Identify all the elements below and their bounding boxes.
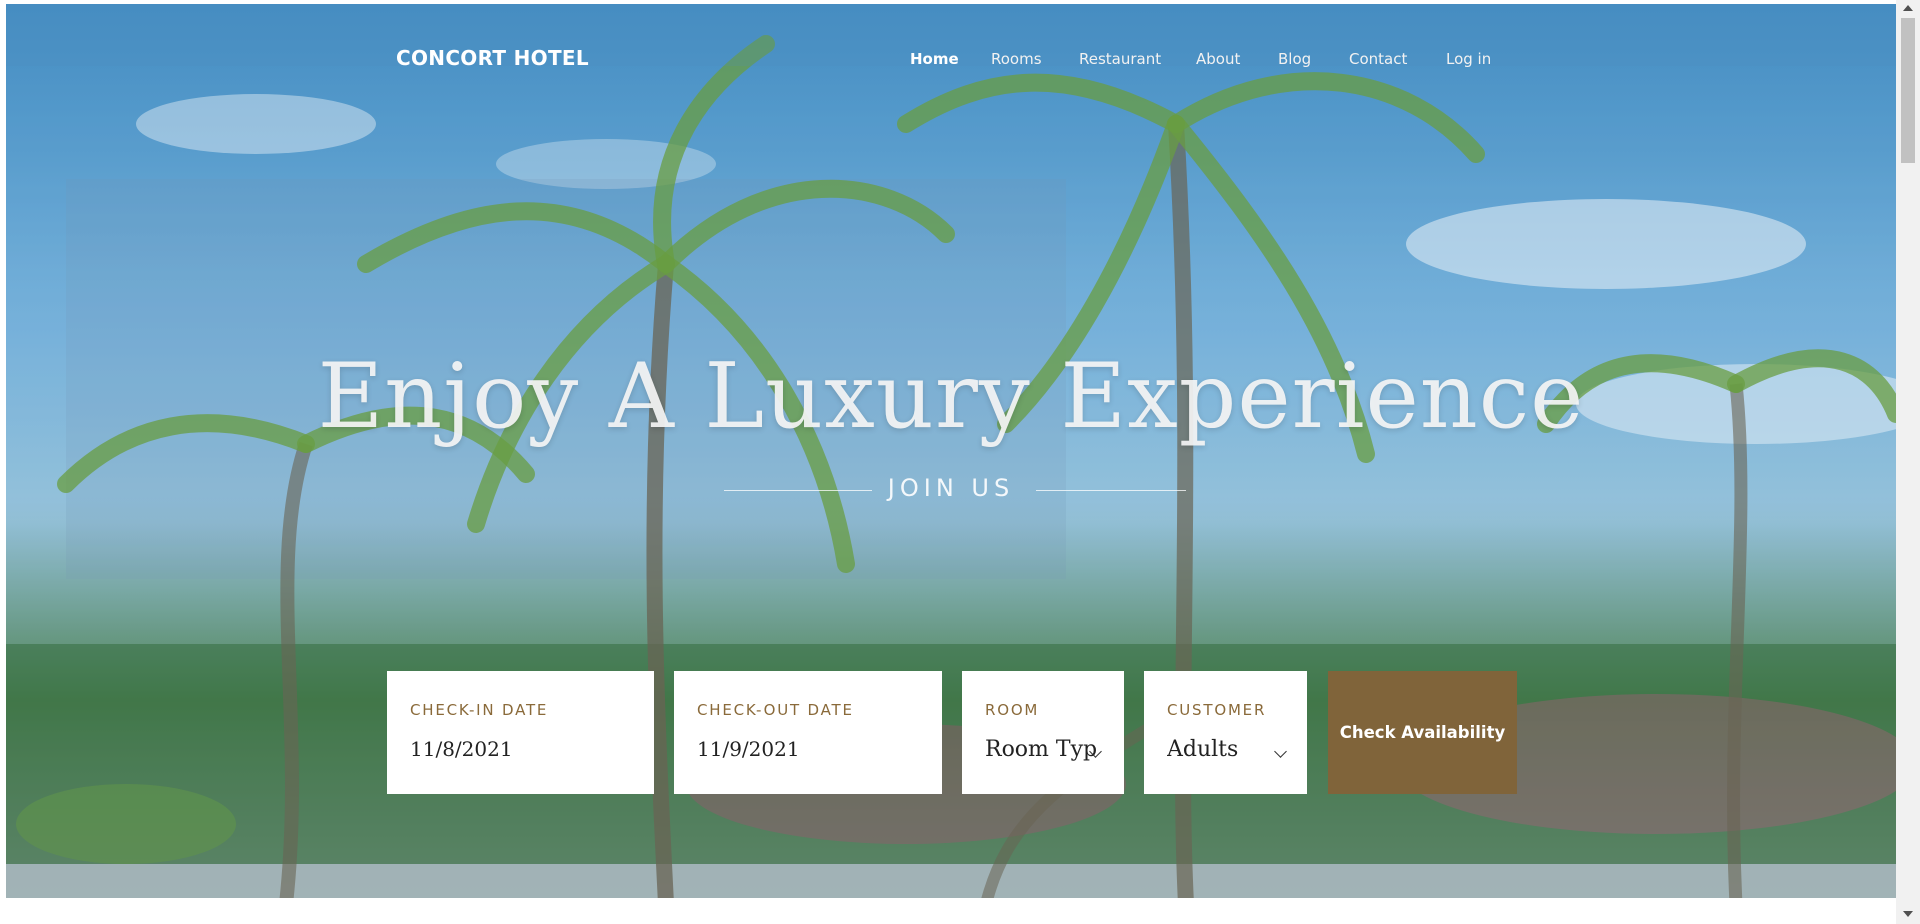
scroll-up-arrow-icon[interactable]	[1903, 5, 1913, 11]
main-nav: Home Rooms Restaurant About Blog Contact…	[6, 50, 1896, 70]
scroll-down-arrow-icon[interactable]	[1903, 911, 1913, 917]
vertical-scrollbar[interactable]	[1896, 0, 1920, 924]
customer-label: CUSTOMER	[1167, 701, 1267, 719]
nav-item-blog[interactable]: Blog	[1278, 50, 1311, 68]
scrollbar-thumb[interactable]	[1901, 18, 1915, 163]
subline-right-rule	[1036, 490, 1186, 491]
checkin-date-label: CHECK-IN DATE	[410, 701, 549, 719]
checkout-date-label: CHECK-OUT DATE	[697, 701, 854, 719]
booking-form: CHECK-IN DATE 11/8/2021 CHECK-OUT DATE 1…	[0, 671, 1920, 795]
nav-item-home[interactable]: Home	[910, 50, 959, 68]
room-type-select[interactable]: ROOM Room Type	[962, 671, 1124, 794]
hero-subline: JOIN US	[6, 474, 1896, 502]
hero-headline: Enjoy A Luxury Experience	[317, 344, 1585, 449]
customer-select[interactable]: CUSTOMER Adults	[1144, 671, 1307, 794]
hero-subline-text: JOIN US	[887, 474, 1015, 502]
checkout-date-value[interactable]: 11/9/2021	[697, 737, 920, 761]
checkout-date-field[interactable]: CHECK-OUT DATE 11/9/2021	[674, 671, 942, 794]
nav-item-contact[interactable]: Contact	[1349, 50, 1407, 68]
nav-item-rooms[interactable]: Rooms	[991, 50, 1042, 68]
customer-value[interactable]: Adults	[1167, 737, 1285, 762]
checkin-date-field[interactable]: CHECK-IN DATE 11/8/2021	[387, 671, 654, 794]
nav-item-about[interactable]: About	[1196, 50, 1240, 68]
page-below-fold	[0, 898, 1896, 924]
nav-item-restaurant[interactable]: Restaurant	[1079, 50, 1161, 68]
check-availability-button[interactable]: Check Availability	[1328, 671, 1517, 794]
subline-left-rule	[724, 490, 872, 491]
room-type-label: ROOM	[985, 701, 1040, 719]
nav-item-login[interactable]: Log in	[1446, 50, 1491, 68]
checkin-date-value[interactable]: 11/8/2021	[410, 737, 632, 761]
room-type-value[interactable]: Room Type	[985, 737, 1096, 762]
